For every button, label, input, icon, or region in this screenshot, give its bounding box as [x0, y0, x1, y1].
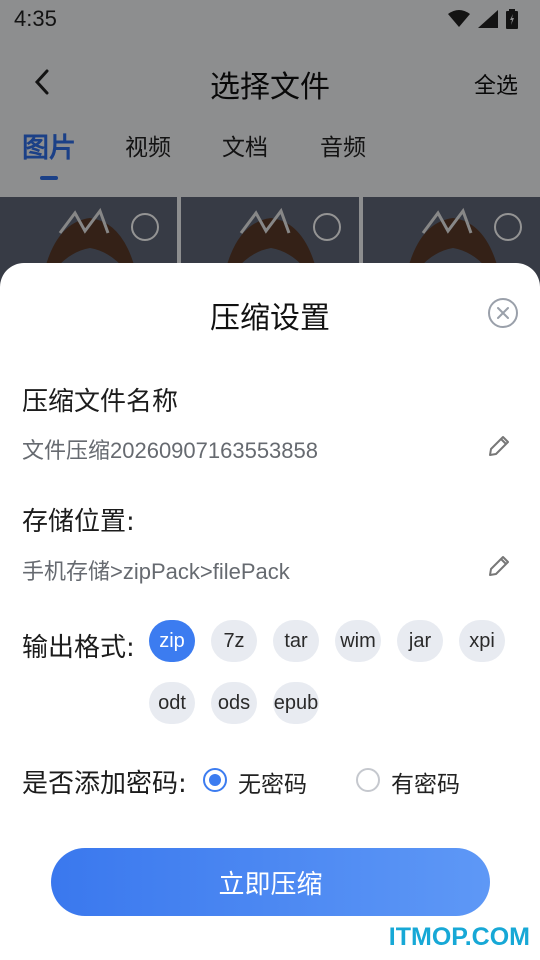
format-chip-tar[interactable]: tar	[273, 620, 319, 662]
with-password-label[interactable]: 有密码	[391, 765, 460, 799]
edit-storage-icon[interactable]	[486, 553, 512, 579]
storage-label: 存储位置:	[22, 507, 135, 537]
format-label: 输出格式:	[22, 633, 135, 663]
sheet-title: 压缩设置	[210, 301, 330, 336]
compression-settings-sheet: 压缩设置 压缩文件名称 文件压缩20260907163553858 存储位置: …	[0, 263, 540, 960]
watermark-logo: ITMOP.COM	[388, 923, 530, 951]
format-chip-xpi[interactable]: xpi	[459, 620, 505, 662]
format-chip-epub[interactable]: epub	[273, 682, 319, 724]
format-chip-odt[interactable]: odt	[149, 682, 195, 724]
format-chip-ods[interactable]: ods	[211, 682, 257, 724]
close-button[interactable]	[488, 298, 518, 328]
storage-value: 手机存储>zipPack>filePack	[22, 559, 290, 584]
no-password-label[interactable]: 无密码	[238, 765, 307, 799]
edit-file-name-icon[interactable]	[486, 433, 512, 459]
file-name-value: 文件压缩20260907163553858	[22, 438, 319, 463]
no-password-radio[interactable]	[203, 768, 227, 792]
with-password-radio[interactable]	[356, 768, 380, 792]
format-chip-7z[interactable]: 7z	[211, 620, 257, 662]
format-chip-zip[interactable]: zip	[149, 620, 195, 662]
compress-now-button[interactable]: 立即压缩	[51, 848, 490, 916]
file-name-label: 压缩文件名称	[22, 387, 179, 417]
password-label: 是否添加密码:	[22, 769, 187, 799]
close-icon	[497, 307, 509, 319]
format-chip-jar[interactable]: jar	[397, 620, 443, 662]
format-chip-wim[interactable]: wim	[335, 620, 381, 662]
